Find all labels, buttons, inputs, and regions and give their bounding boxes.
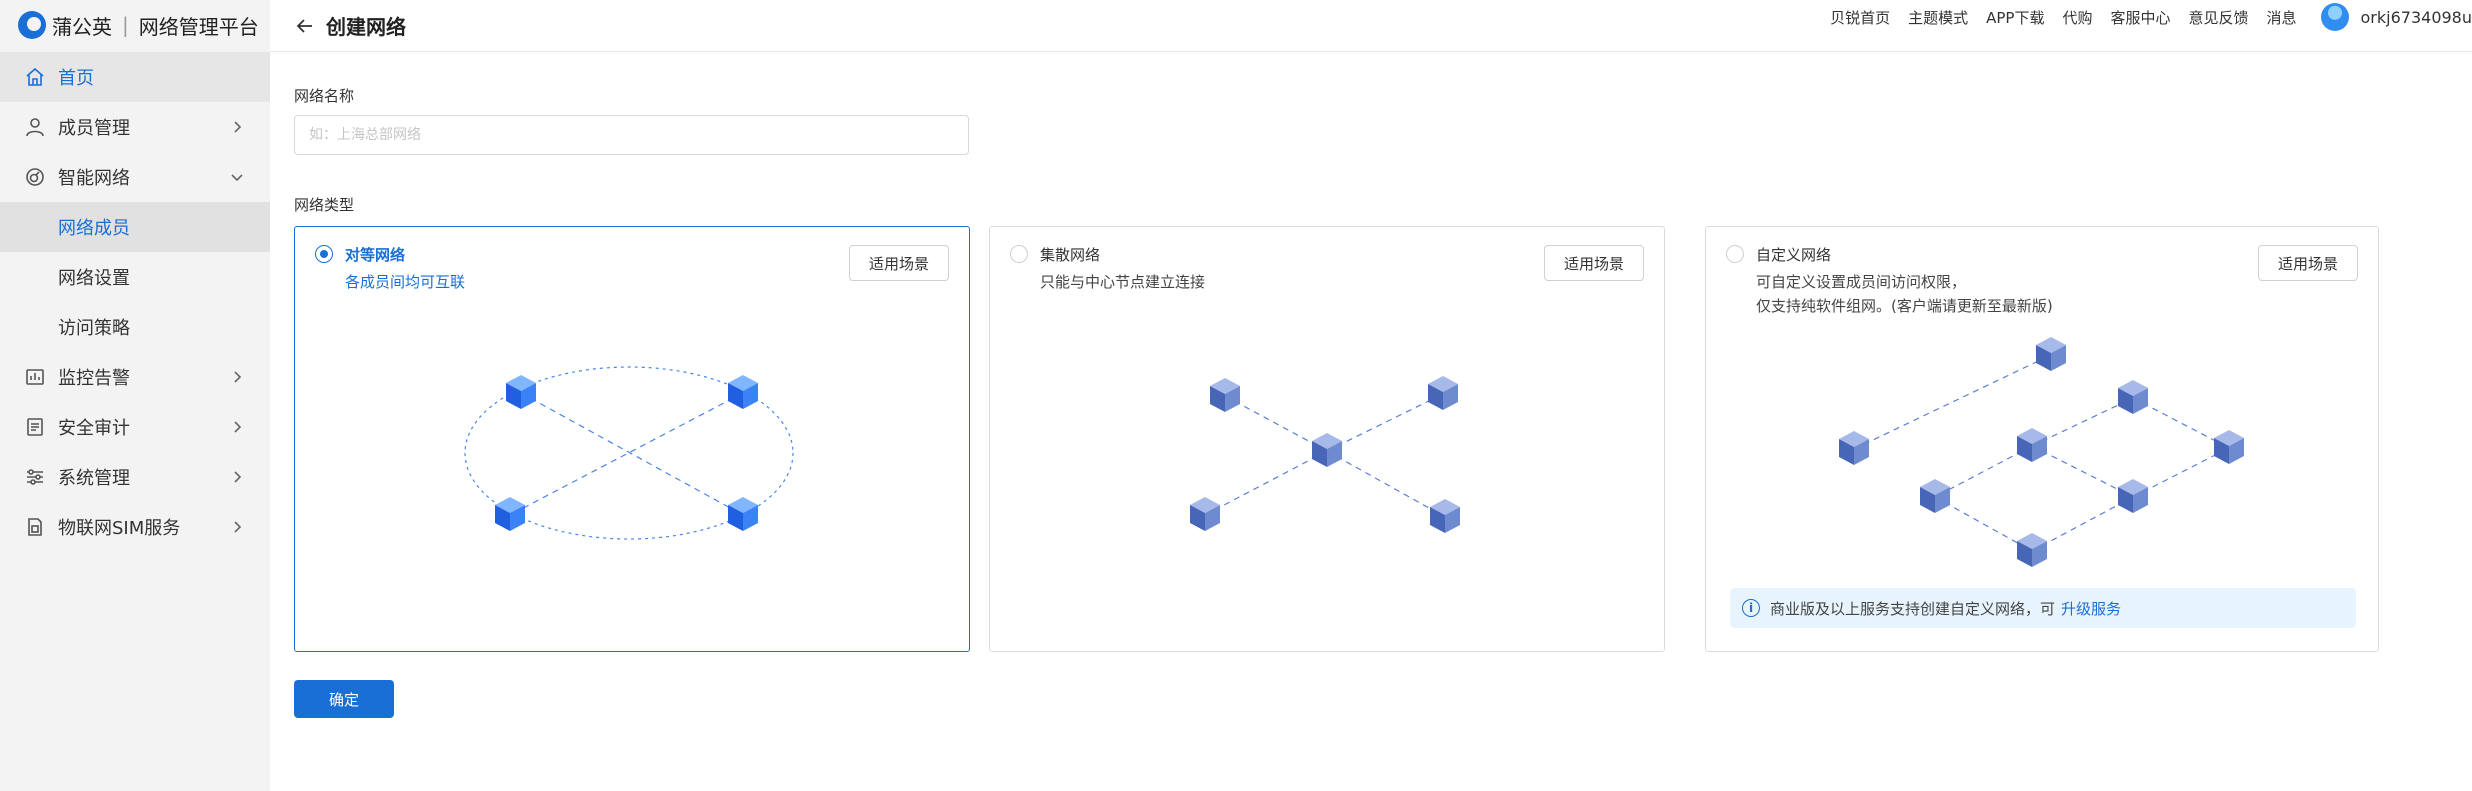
node-cube	[728, 375, 758, 409]
network-type-label: 网络类型	[294, 196, 355, 214]
node-cube	[1190, 497, 1220, 531]
audit-icon	[24, 416, 46, 438]
sidebar-item-system[interactable]: 系统管理	[0, 452, 270, 502]
brand[interactable]: 蒲公英 | 网络管理平台	[0, 0, 270, 50]
chevron-right-icon	[234, 471, 242, 483]
node-cube	[1210, 378, 1240, 412]
sidebar-item-network-members[interactable]: 网络成员	[0, 202, 270, 252]
sidebar-item-label: 系统管理	[58, 468, 130, 489]
chevron-right-icon	[234, 521, 242, 533]
nav-link-app-download[interactable]: APP下载	[1986, 7, 2044, 28]
sidebar-item-label: 物联网SIM服务	[58, 518, 181, 539]
brand-name: 蒲公英	[52, 14, 112, 39]
logo-icon	[18, 11, 46, 39]
sidebar-item-members[interactable]: 成员管理	[0, 102, 270, 152]
network-type-card-hub[interactable]: 集散网络 只能与中心节点建立连接 适用场景	[989, 226, 1665, 652]
page-title: 创建网络	[326, 15, 406, 39]
sidebar-item-home[interactable]: 首页	[0, 52, 270, 102]
top-nav: 贝锐首页 主题模式 APP下载 代购 客服中心 意见反馈 消息 orkj6734…	[1830, 0, 2472, 34]
notice-text: 商业版及以上服务支持创建自定义网络，可	[1770, 599, 2056, 618]
node-cube	[1839, 431, 1869, 465]
chevron-right-icon	[234, 421, 242, 433]
sidebar-item-iot-sim[interactable]: 物联网SIM服务	[0, 502, 270, 552]
chart-icon	[24, 366, 46, 388]
network-type-card-custom[interactable]: 自定义网络 可自定义设置成员间访问权限， 仅支持纯软件组网。(客户端请更新至最新…	[1705, 226, 2379, 652]
main-content: 网络名称 网络类型 对等网络 各成员间均可互联 适用场景 集散网络 只能与中心节…	[270, 53, 2472, 791]
avatar[interactable]	[2320, 3, 2349, 31]
node-cube	[2017, 533, 2047, 567]
node-cube	[506, 375, 536, 409]
sidebar-item-label: 首页	[58, 68, 94, 89]
user-icon	[24, 116, 46, 138]
node-cube	[1430, 499, 1460, 533]
node-cube	[2118, 380, 2148, 414]
back-arrow-icon[interactable]	[294, 15, 316, 37]
brand-separator: |	[122, 13, 129, 37]
sidebar-item-access-policy[interactable]: 访问策略	[0, 302, 270, 352]
sidebar-item-label: 网络设置	[58, 268, 130, 289]
node-cube	[1428, 376, 1458, 410]
upgrade-notice: i 商业版及以上服务支持创建自定义网络，可 升级服务	[1730, 588, 2356, 628]
chevron-right-icon	[234, 121, 242, 133]
nav-link-support[interactable]: 客服中心	[2110, 7, 2170, 28]
sidebar: 蒲公英 | 网络管理平台 首页 成员管理 智能网络 网络成员 网络设置 访问策略…	[0, 0, 270, 791]
chevron-down-icon	[231, 174, 243, 182]
sidebar-item-label: 智能网络	[58, 168, 130, 189]
settings-sliders-icon	[24, 466, 46, 488]
sidebar-item-label: 访问策略	[58, 318, 130, 339]
sidebar-item-smart-network[interactable]: 智能网络	[0, 152, 270, 202]
nav-link-feedback[interactable]: 意见反馈	[2188, 7, 2248, 28]
node-cube	[2118, 479, 2148, 513]
info-icon: i	[1742, 599, 1760, 617]
network-name-input[interactable]	[294, 115, 969, 155]
sidebar-menu: 首页 成员管理 智能网络 网络成员 网络设置 访问策略 监控告警 安全审计 系统…	[0, 52, 270, 552]
username[interactable]: orkj6734098u	[2361, 8, 2472, 27]
sidebar-item-label: 成员管理	[58, 118, 130, 139]
sidebar-item-label: 监控告警	[58, 368, 130, 389]
node-cube	[2036, 337, 2066, 371]
node-cube	[2214, 430, 2244, 464]
network-name-label: 网络名称	[294, 87, 355, 105]
header: 创建网络 贝锐首页 主题模式 APP下载 代购 客服中心 意见反馈 消息 ork…	[270, 0, 2472, 52]
network-icon	[24, 166, 46, 188]
sidebar-item-network-settings[interactable]: 网络设置	[0, 252, 270, 302]
hub-network-diagram	[1190, 376, 1460, 533]
sidebar-item-monitoring[interactable]: 监控告警	[0, 352, 270, 402]
nav-link-purchase[interactable]: 代购	[2062, 7, 2092, 28]
sidebar-item-audit[interactable]: 安全审计	[0, 402, 270, 452]
sidebar-item-label: 网络成员	[58, 218, 130, 239]
confirm-button[interactable]: 确定	[294, 680, 394, 718]
upgrade-link[interactable]: 升级服务	[2061, 598, 2121, 619]
home-icon	[24, 66, 46, 88]
sidebar-item-label: 安全审计	[58, 418, 130, 439]
peer-network-diagram	[464, 366, 794, 540]
node-cube	[1312, 433, 1342, 467]
nav-link-home[interactable]: 贝锐首页	[1830, 7, 1890, 28]
node-cube	[728, 497, 758, 531]
nav-link-messages[interactable]: 消息	[2267, 7, 2297, 28]
node-cube	[1920, 479, 1950, 513]
network-type-card-peer[interactable]: 对等网络 各成员间均可互联 适用场景	[294, 226, 970, 652]
node-cube	[495, 497, 525, 531]
brand-product: 网络管理平台	[138, 14, 259, 39]
chevron-right-icon	[234, 371, 242, 383]
sim-icon	[24, 516, 46, 538]
node-cube	[2017, 428, 2047, 462]
nav-link-theme[interactable]: 主题模式	[1908, 7, 1968, 28]
